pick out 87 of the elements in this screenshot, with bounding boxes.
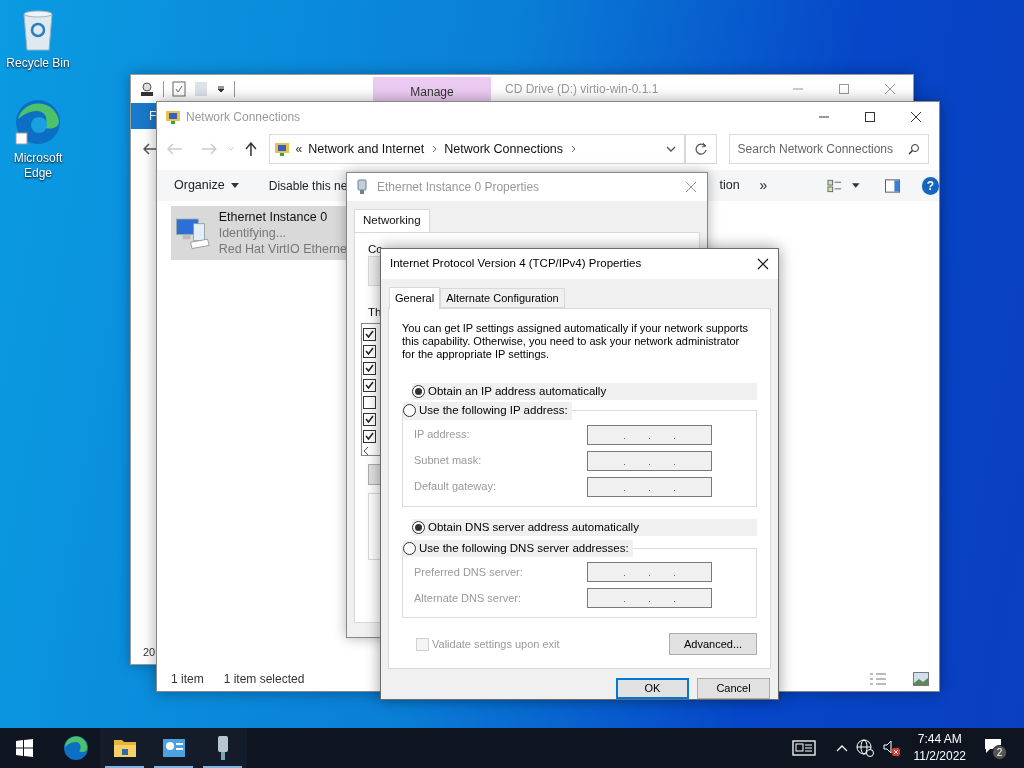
control-panel-icon[interactable] (161, 738, 186, 758)
network-adapter-icon[interactable] (215, 735, 230, 761)
news-icon[interactable] (791, 739, 816, 757)
field-label: Default gateway: (414, 479, 496, 495)
field-label: Alternate DNS server: (414, 590, 521, 606)
dropdown-icon[interactable] (216, 84, 226, 94)
window-title: Ethernet Instance 0 Properties (377, 179, 540, 196)
checkbox[interactable] (363, 430, 376, 444)
folder-icon[interactable] (112, 737, 137, 759)
radio-button[interactable] (412, 385, 425, 399)
radio-button[interactable] (412, 520, 425, 534)
up-arrow-icon[interactable] (244, 142, 257, 156)
back-arrow-icon[interactable] (143, 143, 157, 155)
chevron-icon[interactable] (571, 145, 578, 153)
command-button[interactable]: tion (719, 176, 740, 195)
scroll-left-icon[interactable] (363, 447, 369, 456)
ip-address-field[interactable] (587, 450, 712, 471)
dialog-title: Internet Protocol Version 4 (TCP/IPv4) Properties (390, 256, 642, 272)
status-text: 20 (143, 644, 156, 660)
connection-name: Ethernet Instance 0 (218, 209, 329, 225)
search-icon (908, 143, 920, 155)
checkbox[interactable] (363, 413, 376, 427)
help-button[interactable]: ? (922, 176, 939, 195)
notification-center-button[interactable]: 2 (984, 736, 1008, 760)
adapter-name: Red Hat VirtIO Etherne (218, 241, 347, 257)
field-label: Preferred DNS server: (414, 564, 523, 580)
window-title: CD Drive (D:) virtio-win-0.1.1 (505, 81, 659, 98)
checkbox[interactable] (363, 396, 376, 410)
radio-button[interactable] (403, 404, 416, 418)
drive-icon[interactable] (139, 81, 155, 97)
intro-text: You can get IP settings assigned automatically if your network supports this capability. Otherwise, you need to ask your network administrator for the appropriate IP settings. (402, 322, 750, 361)
network-folder-icon[interactable] (165, 108, 181, 125)
running-indicator (154, 766, 193, 768)
view-options-icon[interactable] (827, 178, 843, 193)
dropdown-chevron-icon[interactable] (665, 146, 676, 152)
checkbox[interactable] (363, 379, 376, 393)
cancel-button[interactable]: Cancel (697, 678, 770, 699)
globe-icon[interactable] (855, 739, 874, 757)
notification-count: 2 (992, 745, 1007, 760)
organize-button[interactable]: Organize (174, 176, 239, 195)
running-indicator (203, 766, 242, 768)
tab[interactable]: Alternate Configuration (440, 288, 565, 308)
running-indicator (105, 766, 144, 768)
caret-icon (230, 183, 239, 188)
window-title: Network Connections (186, 108, 301, 126)
more-commands-button[interactable]: » (759, 175, 768, 196)
edge-icon[interactable] (62, 735, 89, 761)
radio-button[interactable] (403, 541, 416, 555)
tab[interactable]: Networking (354, 209, 430, 232)
breadcrumb-item[interactable]: Network Connections (444, 139, 564, 159)
status-text: 1 item selected (223, 671, 305, 688)
breadcrumb-item[interactable]: Network and Internet (308, 139, 425, 159)
taskbar-app-button[interactable] (198, 728, 247, 768)
clock-date[interactable]: 11/2/2022 (913, 748, 966, 765)
ip-address-field[interactable] (587, 588, 712, 608)
network-folder-icon (273, 141, 290, 157)
preview-pane-icon[interactable] (885, 178, 901, 193)
address-bar[interactable]: « Network and Internet Network Connections (268, 134, 685, 164)
checkbox[interactable] (363, 362, 376, 376)
status-text: 1 item (171, 671, 204, 688)
caret-icon[interactable] (852, 183, 860, 188)
search-field[interactable]: Search Network Connections (728, 134, 929, 164)
field-label: IP address: (414, 427, 470, 443)
close-icon[interactable] (757, 258, 769, 270)
muted-speaker-icon[interactable] (881, 739, 900, 757)
refresh-icon (693, 142, 708, 156)
refresh-button[interactable] (684, 134, 717, 164)
taskbar-app-button[interactable] (100, 728, 149, 768)
checkbox[interactable] (363, 328, 376, 342)
ip-address-field[interactable] (587, 424, 712, 445)
clock-time[interactable]: 7:44 AM (917, 731, 962, 748)
checkbox[interactable] (363, 345, 376, 359)
properties-icon[interactable] (172, 81, 186, 97)
chevron-icon[interactable] (432, 145, 439, 153)
ribbon-context-tab[interactable]: Manage (373, 77, 491, 103)
field-label: Subnet mask: (414, 453, 482, 469)
connection-status: Identifying... (218, 225, 288, 241)
ip-address-field[interactable] (587, 562, 712, 582)
connection-item[interactable]: Ethernet Instance 0 Identifying... Red Hat VirtIO Etherne (171, 206, 347, 260)
chevron-up-icon[interactable] (835, 744, 848, 752)
breadcrumb-overflow[interactable]: « (295, 140, 303, 158)
ok-button[interactable]: OK (616, 678, 689, 699)
tab[interactable]: General (389, 287, 441, 309)
advanced-button[interactable]: Advanced... (669, 633, 757, 655)
edge-icon[interactable] (13, 97, 63, 147)
large-icons-view-icon[interactable] (913, 672, 929, 686)
ip-address-field[interactable] (587, 476, 712, 497)
